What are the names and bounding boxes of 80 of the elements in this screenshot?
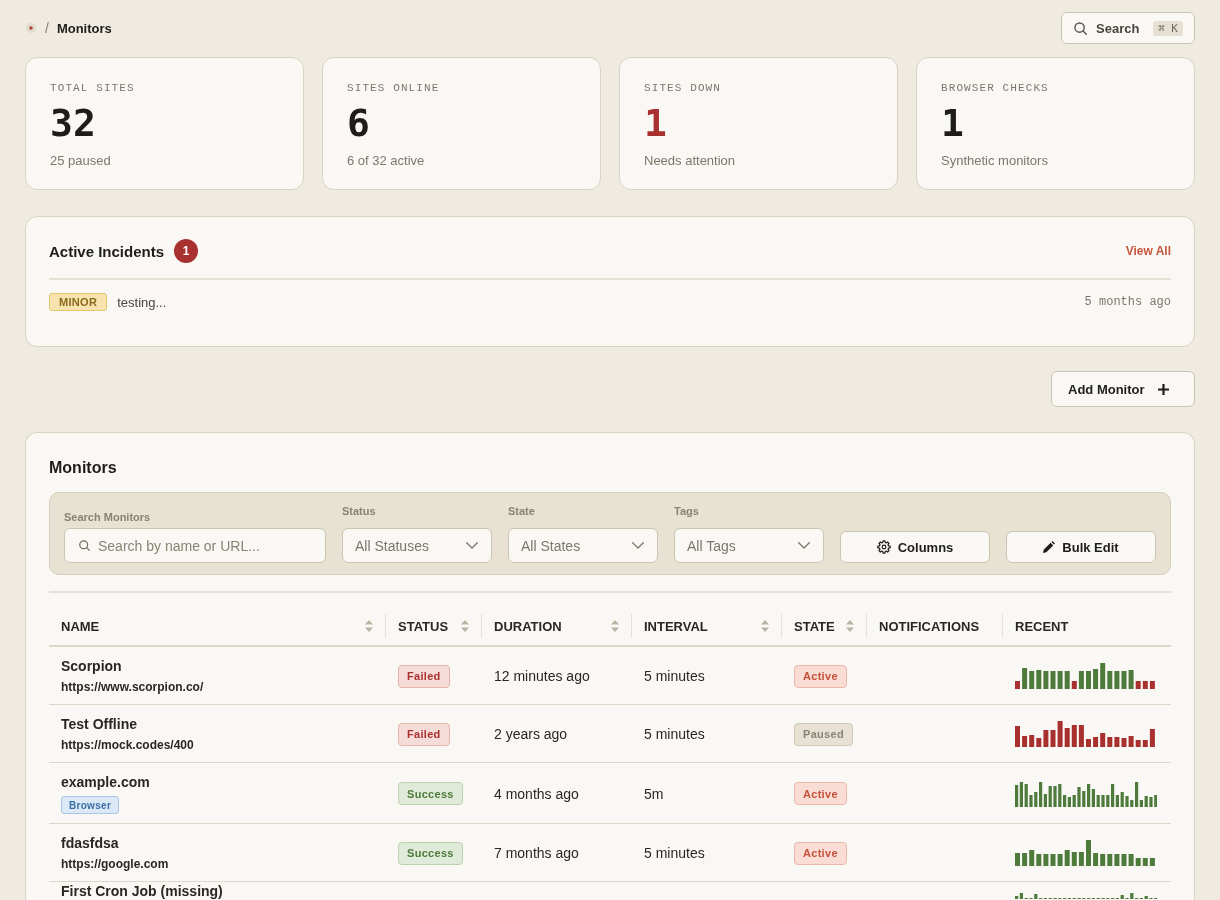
duration-text: 12 minutes ago	[494, 668, 590, 684]
keyboard-shortcut: ⌘ K	[1153, 20, 1183, 36]
pencil-icon	[1043, 541, 1056, 553]
monitor-url: https://google.com	[61, 856, 169, 872]
dot-circle-icon	[26, 23, 36, 33]
filter-dropdown[interactable]: All Statuses	[342, 528, 492, 563]
state-badge: Active	[794, 664, 847, 688]
chevron-down-icon	[798, 542, 810, 549]
column-header[interactable]: NAME	[49, 614, 385, 638]
interval-text: 5 minutes	[644, 726, 705, 742]
status-badge: Failed	[398, 722, 450, 746]
column-header[interactable]: DURATION	[481, 614, 631, 638]
search-icon	[1074, 21, 1087, 35]
field-label: Status	[342, 504, 377, 518]
status-badge: Success	[398, 841, 463, 865]
incident-title[interactable]: testing...	[117, 294, 167, 310]
interval-text: 5 minutes	[644, 845, 705, 861]
chevron-down-icon	[466, 542, 478, 549]
search-icon	[79, 540, 90, 551]
search-field[interactable]: Search by name or URL...	[64, 528, 326, 563]
field-label: Tags	[674, 504, 700, 518]
stat-label: TOTAL SITES	[50, 81, 136, 95]
column-header[interactable]: STATUS	[385, 614, 481, 638]
sort-icon	[365, 620, 373, 632]
stat-label: SITES DOWN	[644, 81, 722, 95]
severity-badge: MINOR	[49, 293, 108, 311]
chevron-down-icon	[632, 542, 644, 549]
search-button[interactable]: Search ⌘ K	[1061, 12, 1195, 44]
state-badge: Paused	[794, 722, 853, 746]
breadcrumb-separator: /	[45, 20, 49, 36]
monitor-name[interactable]: Test Offline	[61, 715, 137, 733]
panel-title: Monitors	[49, 458, 118, 478]
field-label: Search Monitors	[64, 510, 152, 524]
stat-value: 1	[644, 101, 668, 145]
bulk-edit-button[interactable]: Bulk Edit	[1006, 531, 1156, 563]
monitor-url: https://mock.codes/400	[61, 737, 194, 753]
plus-icon	[1158, 383, 1169, 395]
stat-note: 6 of 32 active	[347, 153, 426, 169]
monitor-name[interactable]: Scorpion	[61, 657, 122, 675]
sort-icon	[846, 620, 854, 632]
incident-time: 5 months ago	[1084, 295, 1171, 309]
column-header[interactable]: INTERVAL	[631, 614, 781, 638]
stat-note: 25 paused	[50, 153, 112, 169]
stat-note: Needs attention	[644, 153, 737, 169]
stat-value: 1	[941, 101, 965, 145]
duration-text: 4 months ago	[494, 785, 579, 802]
column-header[interactable]: STATE	[781, 614, 866, 638]
duration-text: 2 years ago	[494, 726, 568, 742]
incident-count-badge: 1	[174, 239, 199, 263]
stat-value: 32	[50, 101, 97, 145]
column-header: NOTIFICATIONS	[866, 614, 1002, 638]
stat-label: BROWSER CHECKS	[941, 81, 1050, 95]
status-badge: Failed	[398, 664, 450, 688]
stat-note: Synthetic monitors	[941, 153, 1049, 169]
sort-icon	[761, 620, 769, 632]
interval-text: 5 minutes	[644, 668, 705, 684]
columns-button[interactable]: Columns	[840, 531, 990, 563]
column-header: RECENT	[1002, 614, 1171, 638]
status-badge: Success	[398, 782, 463, 805]
breadcrumb-current: Monitors	[56, 20, 112, 36]
view-all-link[interactable]: View All	[1125, 244, 1171, 258]
panel-title: Active Incidents	[49, 242, 165, 260]
duration-text: 7 months ago	[494, 845, 579, 861]
gear-icon	[876, 540, 891, 554]
add-monitor-button[interactable]: Add Monitor	[1051, 371, 1195, 407]
type-tag: Browser	[61, 796, 120, 814]
monitor-url: https://www.scorpion.co/	[61, 679, 204, 695]
sort-icon	[461, 620, 469, 632]
state-badge: Active	[794, 841, 847, 865]
filter-dropdown[interactable]: All Tags	[674, 528, 824, 563]
sort-icon	[611, 620, 619, 632]
state-badge: Active	[794, 782, 847, 805]
field-label: State	[508, 504, 536, 518]
interval-text: 5m	[644, 785, 664, 802]
stat-value: 6	[347, 101, 371, 145]
monitor-name[interactable]: example.com	[61, 773, 150, 791]
filter-dropdown[interactable]: All States	[508, 528, 658, 563]
monitor-name[interactable]: First Cron Job (missing)	[61, 884, 223, 899]
monitor-name[interactable]: fdasfdsa	[61, 834, 119, 852]
stat-label: SITES ONLINE	[347, 81, 441, 95]
